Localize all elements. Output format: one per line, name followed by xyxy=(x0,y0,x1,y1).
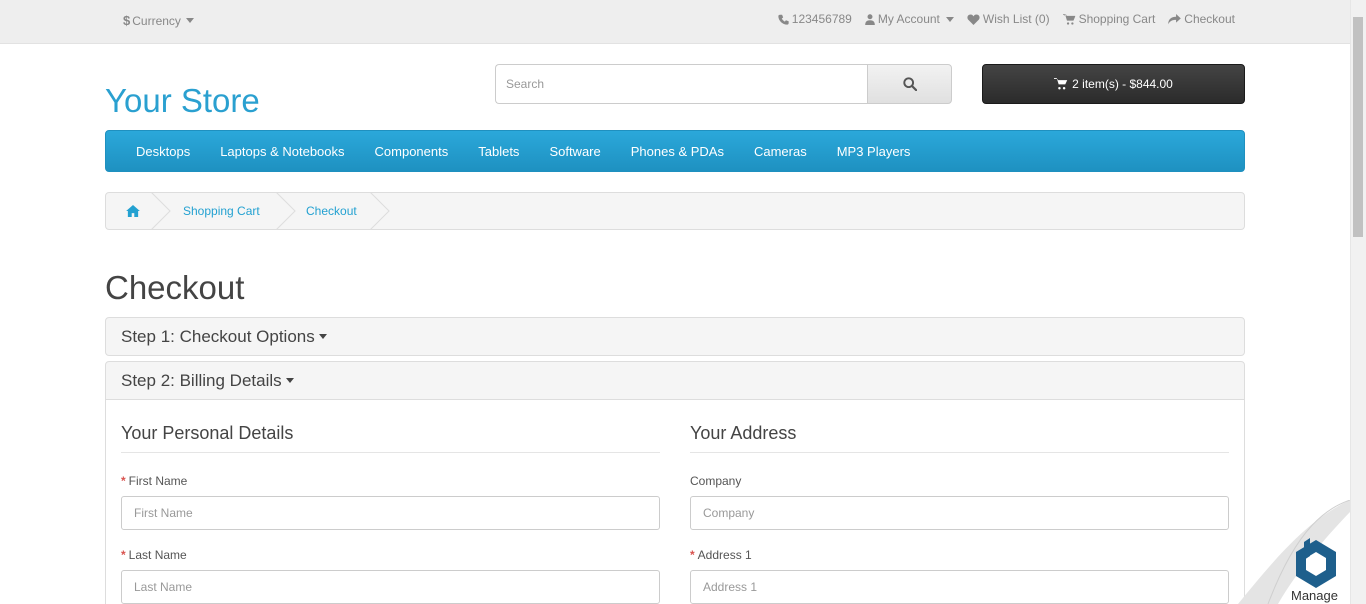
currency-label: Currency xyxy=(132,13,181,28)
last-name-label: * Last Name xyxy=(121,548,187,562)
step2-title: Step 2: Billing Details xyxy=(121,370,282,390)
chevron-down-icon xyxy=(945,16,954,22)
home-icon xyxy=(126,205,140,217)
scrollbar[interactable] xyxy=(1350,0,1366,604)
company-label: Company xyxy=(690,474,742,488)
first-name-input[interactable] xyxy=(121,496,660,530)
user-icon xyxy=(865,13,875,25)
phone-number: 123456789 xyxy=(791,12,852,26)
first-name-label: * First Name xyxy=(121,474,187,488)
search-button[interactable] xyxy=(867,64,952,104)
top-links: 123456789 My Account Wish List (0) Shopp… xyxy=(778,12,1235,26)
my-account-dropdown[interactable]: My Account xyxy=(865,12,954,26)
first-name-label-text: First Name xyxy=(128,474,188,488)
share-icon xyxy=(1168,13,1182,24)
manage-label[interactable]: Manage xyxy=(1291,588,1338,603)
breadcrumb: Shopping Cart Checkout xyxy=(105,192,1245,230)
currency-symbol: $ xyxy=(123,13,131,28)
menu-item-components[interactable]: Components xyxy=(360,144,464,159)
last-name-input[interactable] xyxy=(121,570,660,604)
caret-down-icon xyxy=(285,378,294,383)
heart-icon xyxy=(967,13,980,25)
search-icon xyxy=(902,77,917,91)
my-account-label: My Account xyxy=(877,12,940,26)
menu-item-desktops[interactable]: Desktops xyxy=(121,144,205,159)
shopping-cart-label: Shopping Cart xyxy=(1078,12,1156,26)
step1-title: Step 1: Checkout Options xyxy=(121,326,315,346)
address1-input[interactable] xyxy=(690,570,1229,604)
address-heading: Your Address xyxy=(690,423,1229,453)
company-input[interactable] xyxy=(690,496,1229,530)
phone-link[interactable]: 123456789 xyxy=(778,12,852,26)
chevron-down-icon xyxy=(185,18,194,23)
required-mark: * xyxy=(121,474,126,488)
breadcrumb-shopping-cart[interactable]: Shopping Cart xyxy=(183,193,260,229)
cart-icon xyxy=(1054,78,1068,90)
breadcrumb-separator xyxy=(370,193,390,229)
scrollbar-thumb[interactable] xyxy=(1353,17,1363,237)
phone-icon xyxy=(778,14,789,25)
step2-header[interactable]: Step 2: Billing Details xyxy=(105,361,1245,400)
required-mark: * xyxy=(121,548,126,562)
search-bar xyxy=(495,64,952,104)
breadcrumb-home[interactable] xyxy=(126,193,140,229)
breadcrumb-separator xyxy=(151,193,171,229)
step1-header[interactable]: Step 1: Checkout Options xyxy=(105,317,1245,356)
checkout-link[interactable]: Checkout xyxy=(1168,12,1235,26)
address1-label-text: Address 1 xyxy=(697,548,752,562)
menu-item-tablets[interactable]: Tablets xyxy=(463,144,534,159)
currency-dropdown[interactable]: $ Currency xyxy=(123,13,194,28)
menu-item-software[interactable]: Software xyxy=(534,144,615,159)
menu-item-mp3-players[interactable]: MP3 Players xyxy=(822,144,926,159)
main-menu: Desktops Laptops & Notebooks Components … xyxy=(105,130,1245,172)
page-title: Checkout xyxy=(105,269,245,306)
breadcrumb-checkout[interactable]: Checkout xyxy=(306,193,357,229)
top-bar: $ Currency 123456789 My Account Wish Lis… xyxy=(0,0,1350,44)
address1-label: * Address 1 xyxy=(690,548,752,562)
search-input[interactable] xyxy=(495,64,868,104)
menu-item-phones-pdas[interactable]: Phones & PDAs xyxy=(616,144,739,159)
shopping-cart-link[interactable]: Shopping Cart xyxy=(1062,12,1156,26)
wish-list-label: Wish List (0) xyxy=(982,12,1050,26)
breadcrumb-separator xyxy=(276,193,296,229)
cart-button[interactable]: 2 item(s) - $844.00 xyxy=(982,64,1245,104)
cart-summary: 2 item(s) - $844.00 xyxy=(1072,77,1173,91)
menu-item-laptops-notebooks[interactable]: Laptops & Notebooks xyxy=(205,144,359,159)
wish-list-link[interactable]: Wish List (0) xyxy=(967,12,1050,26)
store-logo[interactable]: Your Store xyxy=(105,82,260,120)
caret-down-icon xyxy=(318,334,327,339)
cart-icon xyxy=(1062,13,1075,25)
required-mark: * xyxy=(690,548,695,562)
personal-details-heading: Your Personal Details xyxy=(121,423,660,453)
menu-item-cameras[interactable]: Cameras xyxy=(739,144,822,159)
checkout-label: Checkout xyxy=(1184,12,1235,26)
last-name-label-text: Last Name xyxy=(128,548,187,562)
